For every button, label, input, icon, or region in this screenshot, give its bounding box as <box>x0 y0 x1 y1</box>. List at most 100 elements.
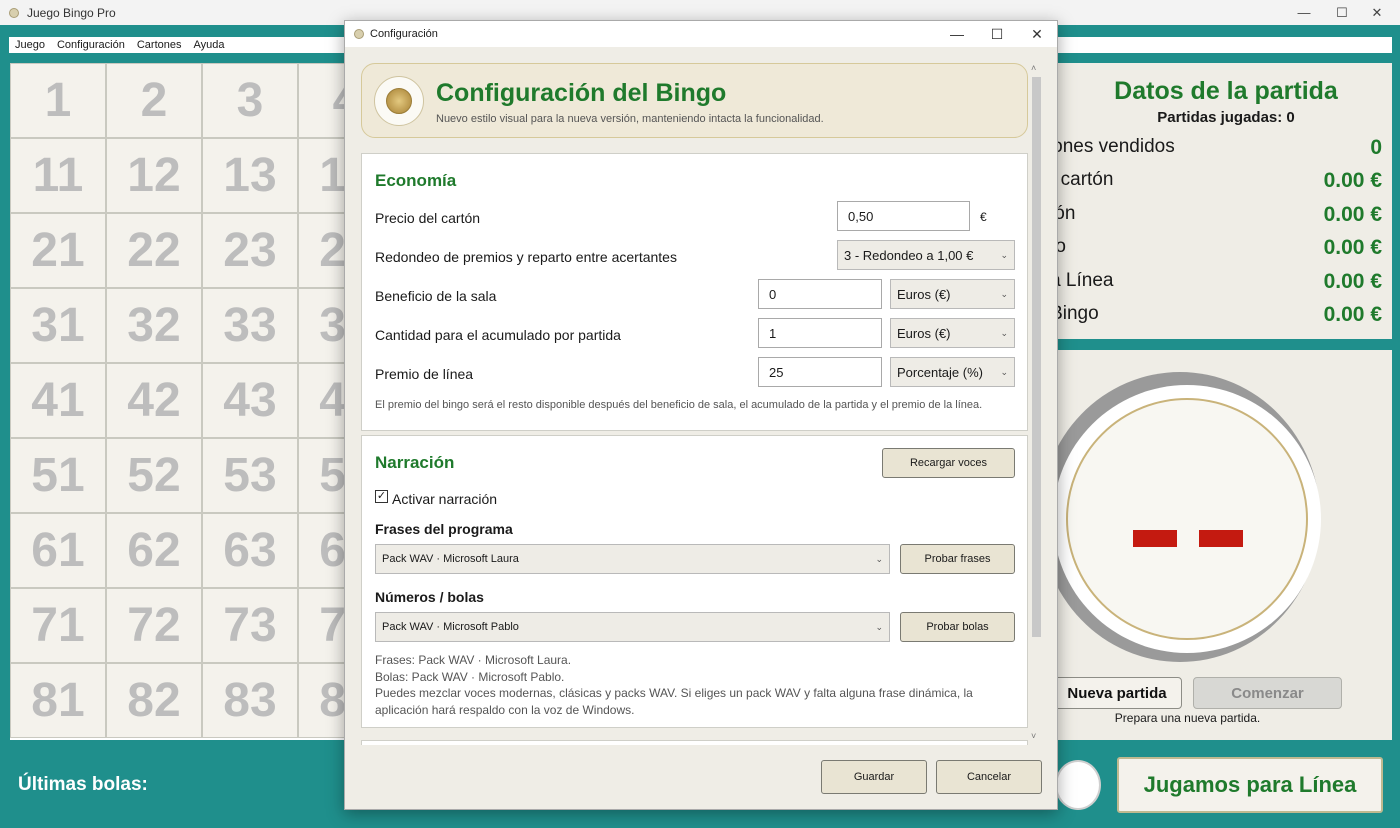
linea-label: Premio de línea <box>375 366 474 382</box>
probar-bolas-button[interactable]: Probar bolas <box>900 612 1015 642</box>
probar-frases-button[interactable]: Probar frases <box>900 544 1015 574</box>
currency-label: € <box>980 210 987 224</box>
number-cell: 43 <box>202 363 298 438</box>
acumulado-unit-value: Euros (€) <box>897 325 951 341</box>
narracion-title: Narración <box>375 453 455 472</box>
close-icon: ✕ <box>1031 25 1043 42</box>
stat-value: 0.00 € <box>1323 169 1382 192</box>
number-cell: 13 <box>202 138 298 213</box>
number-cell: 41 <box>10 363 106 438</box>
numeros-select[interactable]: Pack WAV · Microsoft Pablo ⌄ <box>375 612 890 642</box>
number-cell: 63 <box>202 513 298 588</box>
close-button[interactable]: ✕ <box>1354 0 1400 25</box>
linea-unit-select[interactable]: Porcentaje (%) ⌄ <box>890 357 1015 387</box>
number-cell: 21 <box>10 213 106 288</box>
number-cell: 71 <box>10 588 106 663</box>
number-cell: 11 <box>10 138 106 213</box>
cancelar-button[interactable]: Cancelar <box>936 760 1042 794</box>
maximize-icon: ☐ <box>1336 4 1348 20</box>
app-title: Juego Bingo Pro <box>27 5 116 20</box>
scrollbar-thumb[interactable] <box>1032 77 1041 637</box>
maximize-icon: ☐ <box>990 25 1004 42</box>
guardar-button[interactable]: Guardar <box>821 760 927 794</box>
note-line: Puedes mezclar voces modernas, clásicas … <box>375 686 973 700</box>
dialog-maximize-button[interactable]: ☐ <box>977 21 1017 47</box>
dialog-close-button[interactable]: ✕ <box>1017 21 1057 47</box>
stat-row: a la Línea 0.00 € <box>1030 270 1382 294</box>
stat-value: 0 <box>1370 136 1382 159</box>
dialog-app-icon <box>354 29 364 39</box>
acumulado-input[interactable]: 1 <box>758 318 882 348</box>
number-cell: 61 <box>10 513 106 588</box>
precio-input[interactable]: 0,50 <box>837 201 970 231</box>
frases-title: Frases del programa <box>375 521 513 537</box>
recargar-voces-button[interactable]: Recargar voces <box>882 448 1015 478</box>
next-section-edge <box>361 740 1028 745</box>
number-cell: 22 <box>106 213 202 288</box>
note-line: Frases: Pack WAV · Microsoft Laura. <box>375 653 572 667</box>
number-cell: 33 <box>202 288 298 363</box>
narracion-section: Narración Recargar voces ✓ Activar narra… <box>361 435 1028 728</box>
linea-unit-value: Porcentaje (%) <box>897 364 983 380</box>
number-cell: 82 <box>106 663 202 738</box>
beneficio-unit-value: Euros (€) <box>897 286 951 302</box>
ball-display-inner <box>1066 398 1308 640</box>
menu-configuracion[interactable]: Configuración <box>51 39 131 51</box>
number-cell: 72 <box>106 588 202 663</box>
beneficio-input[interactable]: 0 <box>758 279 882 309</box>
note-line: aplicación hará respaldo con la voz de W… <box>375 702 635 717</box>
precio-label: Precio del cartón <box>375 210 481 226</box>
chevron-down-icon: ⌄ <box>875 553 883 564</box>
narracion-checkbox[interactable]: ✓ <box>375 490 388 503</box>
redondeo-select[interactable]: 3 - Redondeo a 1,00 € ⌄ <box>837 240 1015 270</box>
number-cell: 3 <box>202 63 298 138</box>
header-title: Configuración del Bingo <box>436 79 727 107</box>
ultimas-bolas-label: Últimas bolas: <box>18 774 148 795</box>
menu-juego[interactable]: Juego <box>9 39 51 51</box>
number-cell: 83 <box>202 663 298 738</box>
stat-row: lado0.00 € <box>1030 236 1382 260</box>
number-cell: 1 <box>10 63 106 138</box>
stat-value: 0.00 € <box>1323 303 1382 326</box>
number-cell: 42 <box>106 363 202 438</box>
note-line: Bolas: Pack WAV · Microsoft Pablo. <box>375 669 565 684</box>
number-cell: 51 <box>10 438 106 513</box>
minimize-icon: — <box>950 26 964 42</box>
beneficio-label: Beneficio de la sala <box>375 288 497 304</box>
numeros-value: Pack WAV · Microsoft Pablo <box>382 621 519 633</box>
frases-select[interactable]: Pack WAV · Microsoft Laura ⌄ <box>375 544 890 574</box>
linea-input[interactable]: 25 <box>758 357 882 387</box>
chevron-down-icon: ⌄ <box>875 621 883 632</box>
number-cell: 62 <box>106 513 202 588</box>
stat-value: 0.00 € <box>1323 203 1382 226</box>
scroll-up-icon[interactable]: ˄ <box>1031 63 1036 73</box>
number-cell: 81 <box>10 663 106 738</box>
nueva-partida-button[interactable]: Nueva partida <box>1052 677 1182 709</box>
beneficio-unit-select[interactable]: Euros (€) ⌄ <box>890 279 1015 309</box>
number-cell: 52 <box>106 438 202 513</box>
panel-title: Datos de la partida <box>1114 77 1338 105</box>
stat-row: artones vendidos 0 <box>1030 136 1382 160</box>
acumulado-unit-select[interactable]: Euros (€) ⌄ <box>890 318 1015 348</box>
number-cell: 2 <box>106 63 202 138</box>
number-cell: 73 <box>202 588 298 663</box>
dialog-scrollbar[interactable]: ˄ ˅ <box>1030 63 1042 745</box>
number-cell: 12 <box>106 138 202 213</box>
scroll-down-icon[interactable]: ˅ <box>1031 731 1036 741</box>
status-text: Prepara una nueva partida. <box>1114 711 1261 725</box>
stat-value: 0.00 € <box>1323 236 1382 259</box>
stat-row: al Bingo 0.00 € <box>1030 303 1382 327</box>
menu-cartones[interactable]: Cartones <box>131 39 188 51</box>
stat-row: ación0.00 € <box>1030 203 1382 227</box>
number-cell: 31 <box>10 288 106 363</box>
ball-dash-left <box>1133 530 1177 547</box>
menu-ayuda[interactable]: Ayuda <box>188 39 231 51</box>
comenzar-button[interactable]: Comenzar <box>1193 677 1342 709</box>
game-data-panel: Datos de la partida Partidas jugadas: 0 … <box>1030 63 1392 339</box>
economia-title: Economía <box>375 171 457 190</box>
app-icon <box>9 7 19 18</box>
acumulado-label: Cantidad para el acumulado por partida <box>375 327 621 343</box>
panel-subtitle: Partidas jugadas: 0 <box>1157 109 1295 126</box>
dialog-minimize-button[interactable]: — <box>937 21 977 47</box>
redondeo-label: Redondeo de premios y reparto entre acer… <box>375 249 677 265</box>
